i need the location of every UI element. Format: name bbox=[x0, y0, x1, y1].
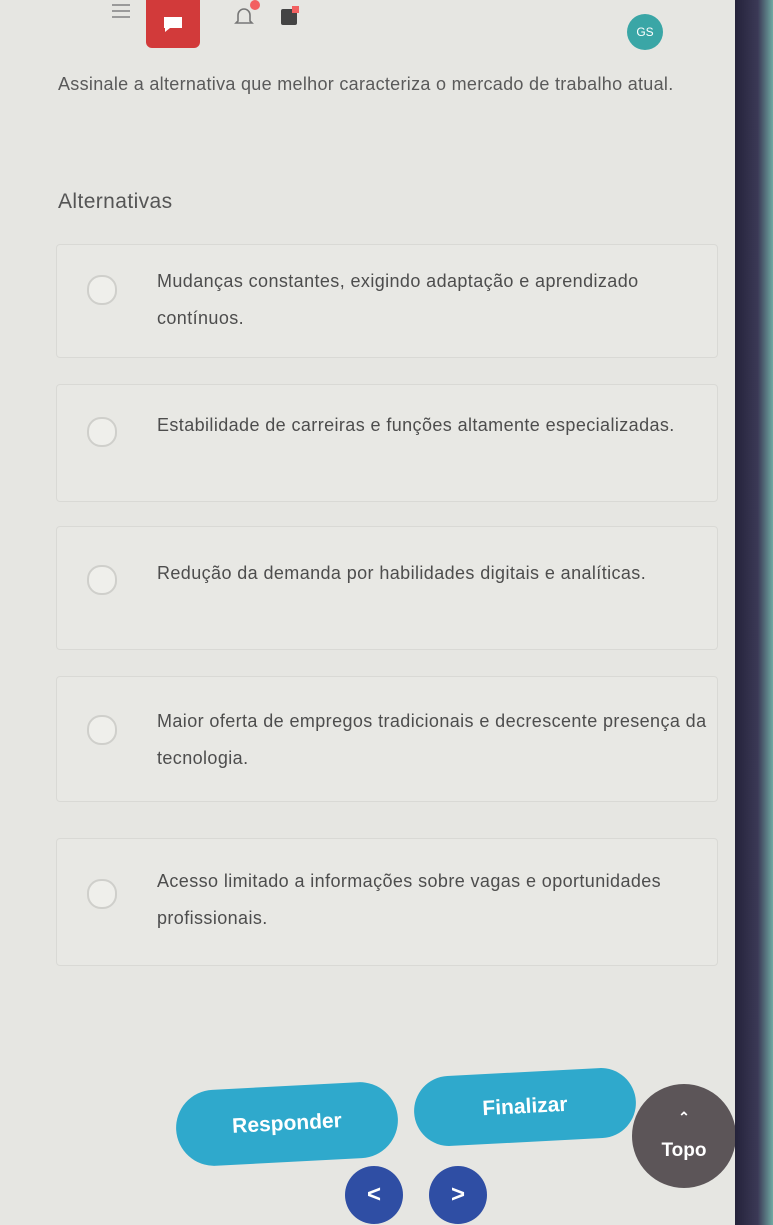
finalizar-button[interactable]: Finalizar bbox=[412, 1066, 638, 1148]
option-a[interactable]: Mudanças constantes, exigindo adaptação … bbox=[56, 244, 718, 358]
radio-button[interactable] bbox=[87, 417, 117, 447]
next-button[interactable]: > bbox=[429, 1166, 487, 1224]
top-bar: GS bbox=[0, 0, 735, 50]
alternatives-title: Alternativas bbox=[58, 190, 173, 213]
option-label: Maior oferta de empregos tradicionais e … bbox=[157, 711, 707, 768]
avatar[interactable]: GS bbox=[627, 14, 663, 50]
radio-button[interactable] bbox=[87, 879, 117, 909]
option-d[interactable]: Maior oferta de empregos tradicionais e … bbox=[56, 676, 718, 802]
topo-button[interactable]: ⌃ Topo bbox=[632, 1084, 736, 1188]
option-label: Mudanças constantes, exigindo adaptação … bbox=[157, 271, 639, 328]
notification-badge bbox=[250, 0, 260, 10]
chat-button[interactable] bbox=[146, 0, 200, 48]
responder-button[interactable]: Responder bbox=[174, 1080, 400, 1168]
topo-label: Topo bbox=[661, 1140, 707, 1161]
option-label: Redução da demanda por habilidades digit… bbox=[157, 563, 647, 583]
option-label: Acesso limitado a informações sobre vaga… bbox=[157, 871, 662, 928]
previous-button[interactable]: < bbox=[345, 1166, 403, 1224]
radio-button[interactable] bbox=[87, 275, 117, 305]
device-edge bbox=[735, 0, 773, 1225]
hamburger-icon[interactable] bbox=[112, 4, 130, 20]
radio-button[interactable] bbox=[87, 715, 117, 745]
chat-bubble-icon bbox=[164, 17, 182, 32]
question-text: Assinale a alternativa que melhor caract… bbox=[58, 74, 674, 94]
chevron-up-icon: ⌃ bbox=[678, 1109, 690, 1125]
option-e[interactable]: Acesso limitado a informações sobre vaga… bbox=[56, 838, 718, 966]
option-label: Estabilidade de carreiras e funções alta… bbox=[157, 415, 675, 435]
app-screen: GS Assinale a alternativa que melhor car… bbox=[0, 0, 736, 1225]
document-icon[interactable] bbox=[278, 6, 300, 28]
option-c[interactable]: Redução da demanda por habilidades digit… bbox=[56, 526, 718, 650]
radio-button[interactable] bbox=[87, 565, 117, 595]
option-b[interactable]: Estabilidade de carreiras e funções alta… bbox=[56, 384, 718, 502]
